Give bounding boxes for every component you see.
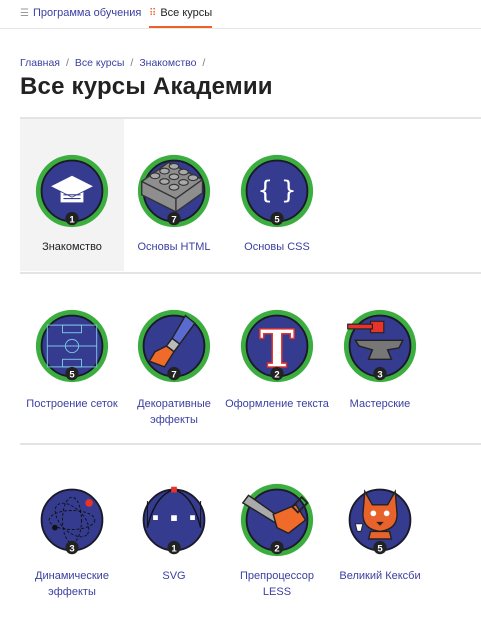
course-card[interactable]: 2 Препроцессор LESS [225, 464, 329, 604]
course-card[interactable]: 3 Мастерские [328, 292, 432, 432]
course-card[interactable]: 1 SVG [122, 464, 226, 604]
top-nav: ☰ Программа обучения ⠿ Все курсы [0, 0, 481, 29]
page-title: Все курсы Академии [20, 73, 273, 100]
graduation-cap-icon: 1 [35, 154, 109, 228]
tab-all-courses[interactable]: ⠿ Все курсы [149, 0, 213, 28]
course-title: Основы HTML [137, 241, 211, 253]
tab-label: Программа обучения [32, 7, 142, 19]
course-title: Препроцессор LESS [240, 570, 314, 598]
football-field-icon: 5 [35, 309, 109, 383]
course-title: SVG [162, 570, 186, 582]
curly-braces-icon: { } 5 [240, 154, 314, 228]
anvil-icon: 3 [343, 309, 417, 383]
breadcrumb-all-courses[interactable]: Все курсы [75, 57, 125, 69]
lesson-count: 5 [69, 369, 75, 380]
course-title: Основы CSS [244, 241, 310, 253]
course-card[interactable]: 7 Декоративные эффекты [122, 292, 226, 432]
course-title: Оформление текста [225, 398, 329, 410]
lesson-count: 2 [274, 369, 279, 380]
course-card[interactable]: 1 Знакомство [20, 119, 124, 271]
row-divider [20, 443, 481, 445]
course-title: Построение сеток [26, 398, 118, 410]
lesson-count: 7 [171, 369, 176, 380]
breadcrumb-home[interactable]: Главная [20, 57, 60, 69]
lesson-count: 3 [377, 369, 382, 380]
lesson-count: 5 [377, 543, 383, 554]
course-card[interactable]: 5 Построение сеток [20, 292, 124, 432]
chainsaw-icon: 2 [240, 483, 314, 557]
course-title: Знакомство [42, 241, 102, 253]
lego-brick-icon: 7 [137, 154, 211, 228]
breadcrumb-intro[interactable]: Знакомство [139, 57, 196, 69]
cat-icon: 5 [348, 488, 412, 554]
lesson-count: 5 [274, 214, 280, 225]
course-card[interactable]: 2 Оформление текста [225, 292, 329, 432]
lesson-count: 3 [69, 543, 74, 554]
course-title: Динамические эффекты [35, 570, 109, 598]
lesson-count: 1 [69, 214, 75, 225]
svg-text:{ }: { } [257, 176, 296, 205]
course-card[interactable]: 7 Основы HTML [122, 119, 226, 271]
vector-pen-icon: 1 [142, 486, 206, 554]
course-card[interactable]: 3 Динамические эффекты [20, 464, 124, 604]
lesson-count: 7 [171, 214, 176, 225]
lesson-count: 2 [274, 543, 279, 554]
course-card[interactable]: 5 Великий Кексби [328, 464, 432, 604]
course-title: Мастерские [349, 398, 411, 410]
letter-t-icon: 2 [240, 309, 314, 383]
tab-label: Все курсы [160, 7, 213, 19]
tab-program[interactable]: ☰ Программа обучения [20, 0, 141, 28]
lesson-count: 1 [171, 543, 177, 554]
paintbrush-icon: 7 [137, 309, 211, 383]
course-card[interactable]: { } 5 Основы CSS [225, 119, 329, 271]
grid-icon: ⠿ [149, 8, 157, 19]
course-title: Великий Кексби [339, 570, 421, 582]
list-icon: ☰ [20, 8, 29, 19]
row-divider [20, 272, 481, 274]
breadcrumb: Главная / Все курсы / Знакомство / [20, 57, 206, 69]
course-title: Декоративные эффекты [137, 398, 211, 426]
orbit-icon: 3 [40, 488, 104, 554]
